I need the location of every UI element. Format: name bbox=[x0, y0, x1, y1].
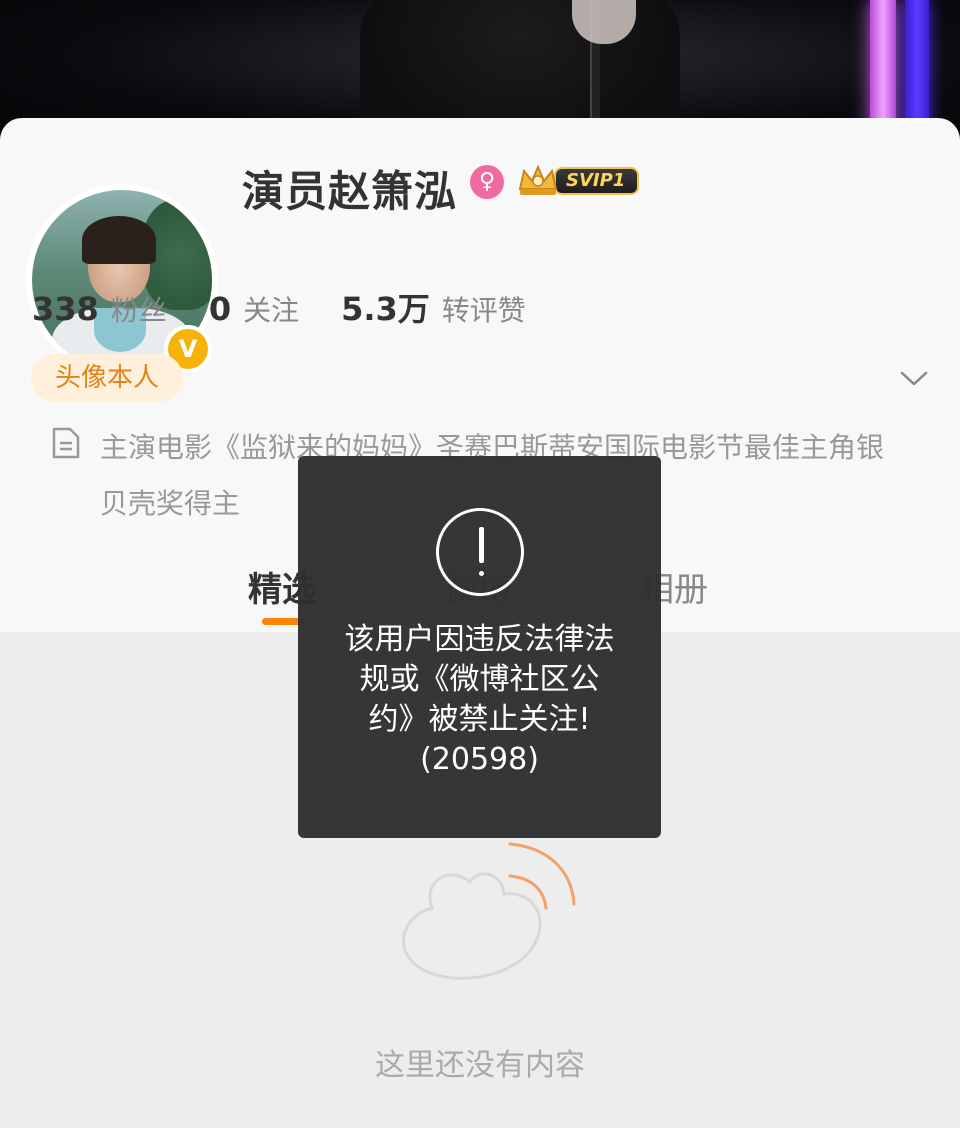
empty-state-icon bbox=[392, 838, 582, 988]
crown-icon bbox=[516, 163, 560, 199]
profile-page: V 演员赵箫泓 ♀ SVIP1 338 粉丝 0 关注 5.3万 转评赞 头像本… bbox=[0, 0, 960, 1128]
exclamation-dot bbox=[479, 571, 484, 576]
followers-label[interactable]: 粉丝 bbox=[111, 289, 167, 329]
chevron-down-icon[interactable] bbox=[898, 362, 930, 394]
avatar-verified-chip[interactable]: 头像本人 bbox=[31, 354, 184, 402]
following-count[interactable]: 0 bbox=[209, 290, 231, 328]
empty-state-text: 这里还没有内容 bbox=[375, 1048, 585, 1083]
svip-level: SVIP1 bbox=[554, 167, 640, 195]
exclamation-icon bbox=[436, 508, 524, 596]
error-toast: 该用户因违反法律法 规或《微博社区公 约》被禁止关注! (20598) bbox=[298, 456, 661, 838]
svip-badge[interactable]: SVIP1 bbox=[516, 163, 640, 199]
female-icon: ♀ bbox=[470, 165, 504, 199]
profile-stats: 338 粉丝 0 关注 5.3万 转评赞 bbox=[32, 284, 568, 330]
exclamation-bar bbox=[479, 527, 484, 563]
likes-label[interactable]: 转评赞 bbox=[442, 289, 526, 329]
following-label[interactable]: 关注 bbox=[243, 289, 299, 329]
avatar-hair bbox=[82, 216, 156, 264]
profile-name: 演员赵箫泓 bbox=[242, 167, 458, 216]
followers-count[interactable]: 338 bbox=[32, 290, 99, 328]
toast-message: 该用户因违反法律法 规或《微博社区公 约》被禁止关注! (20598) bbox=[344, 622, 615, 777]
document-icon bbox=[50, 426, 82, 460]
likes-count[interactable]: 5.3万 bbox=[341, 284, 430, 330]
